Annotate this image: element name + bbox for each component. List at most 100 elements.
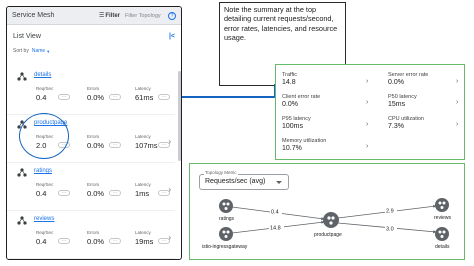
errors-label: Errors: [87, 134, 100, 139]
service-item-ratings[interactable]: ratings Req/Sec 0.4 ··· Errors 0.0% ··· …: [7, 163, 175, 211]
node-istio-ingressgateway[interactable]: [219, 227, 233, 241]
node-label-details: details: [435, 244, 450, 250]
client-error-rate-label: Client error rate: [282, 94, 321, 100]
metric-latency: Latency 1ms: [135, 182, 151, 198]
rps-value: 0.4: [36, 189, 47, 198]
metric-rps: Req/Sec 0.4: [36, 86, 53, 102]
chevron-right-icon[interactable]: ›: [168, 185, 171, 194]
more-button[interactable]: ···: [58, 94, 70, 100]
topology-box: 0.4 14.8 2.9 3.0 ratings istio-ingressga…: [189, 163, 465, 260]
traffic-value: 14.8: [282, 79, 296, 86]
more-button[interactable]: ···: [158, 94, 170, 100]
topology-metric-select[interactable]: Topology Metric Requests/sec (avg): [199, 170, 289, 190]
list-scrollbar[interactable]: [178, 71, 181, 161]
chevron-right-icon[interactable]: ›: [456, 99, 458, 106]
chevron-right-icon[interactable]: ›: [168, 233, 171, 242]
help-icon[interactable]: ?: [168, 11, 176, 20]
cpu-utilization-value: 7.3%: [388, 123, 404, 130]
topology-metric-legend: Topology Metric: [204, 170, 238, 175]
edge-label-reviews: 2.9: [386, 209, 394, 215]
metric-latency: Latency 107ms: [135, 134, 158, 150]
more-button[interactable]: ···: [58, 190, 70, 196]
server-error-rate-metric[interactable]: Server error rate 0.0%: [388, 72, 428, 86]
caret-down-icon[interactable]: ▼: [46, 49, 50, 54]
service-name-link[interactable]: ratings: [34, 168, 52, 174]
filter-topology-input[interactable]: Filter Topology: [125, 13, 165, 19]
errors-value: 0.0%: [87, 93, 105, 102]
filter-label[interactable]: Filter: [105, 13, 120, 19]
metric-rps: Req/Sec 0.4: [36, 230, 53, 246]
chevron-right-icon[interactable]: ›: [456, 78, 458, 85]
latency-label: Latency: [135, 230, 151, 235]
metric-errors: Errors 0.0%: [87, 230, 104, 246]
metric-latency: Latency 19ms: [135, 230, 153, 246]
filter-icon[interactable]: ☰: [99, 12, 104, 19]
metric-errors: Errors 0.0%: [87, 134, 104, 150]
more-button[interactable]: ···: [109, 238, 121, 244]
productpage-highlight-ring: [19, 113, 69, 159]
more-button[interactable]: ···: [109, 94, 121, 100]
list-view-row: List View |<: [7, 29, 181, 43]
node-details[interactable]: [435, 227, 449, 241]
cpu-utilization-metric[interactable]: CPU utilization 7.3%: [388, 116, 424, 130]
p50-latency-metric[interactable]: P50 latency 15ms: [388, 94, 417, 108]
errors-label: Errors: [87, 86, 100, 91]
list-view-title: List View: [13, 32, 41, 40]
traffic-metric[interactable]: Traffic 14.8: [282, 72, 297, 86]
p50-latency-label: P50 latency: [388, 94, 417, 100]
edge-label-ratings: 0.4: [271, 210, 279, 216]
chevron-right-icon[interactable]: ›: [168, 137, 171, 146]
chevron-right-icon[interactable]: ›: [456, 121, 458, 128]
more-button[interactable]: ···: [109, 190, 121, 196]
metric-rps: Req/Sec 0.4: [36, 182, 53, 198]
memory-utilization-label: Memory utilization: [282, 138, 327, 144]
chevron-right-icon[interactable]: ›: [366, 78, 368, 85]
memory-utilization-value: 10.7%: [282, 145, 302, 152]
cpu-utilization-label: CPU utilization: [388, 116, 425, 122]
latency-value: 61ms: [135, 93, 154, 102]
chevron-right-icon[interactable]: ›: [366, 143, 368, 150]
more-button[interactable]: ···: [58, 238, 70, 244]
service-list: details Req/Sec 0.4 ··· Errors 0.0% ··· …: [7, 67, 175, 259]
collapse-panel-icon[interactable]: |<: [169, 33, 175, 40]
service-item-reviews[interactable]: reviews Req/Sec 0.4 ··· Errors 0.0% ··· …: [7, 211, 175, 259]
errors-value: 0.0%: [87, 189, 105, 198]
service-name-link[interactable]: details: [34, 72, 51, 78]
traffic-label: Traffic: [282, 72, 297, 78]
panel-title: Service Mesh: [12, 12, 55, 19]
node-ratings[interactable]: [219, 199, 233, 213]
node-reviews[interactable]: [435, 198, 449, 212]
rps-value: 0.4: [36, 237, 47, 246]
rps-label: Req/Sec: [36, 182, 54, 187]
chevron-right-icon[interactable]: ›: [366, 121, 368, 128]
node-label-reviews: reviews: [434, 215, 451, 221]
latency-value: 19ms: [135, 237, 154, 246]
sort-by-dropdown[interactable]: Name: [32, 48, 45, 54]
p50-latency-value: 15ms: [388, 101, 406, 108]
topology-metric-value: Requests/sec (avg): [205, 178, 266, 185]
latency-value: 1ms: [135, 189, 150, 198]
caret-down-icon[interactable]: [276, 181, 282, 184]
client-error-rate-value: 0.0%: [282, 101, 298, 108]
more-button[interactable]: ···: [109, 142, 121, 148]
service-name-link[interactable]: reviews: [34, 216, 54, 222]
client-error-rate-metric[interactable]: Client error rate 0.0%: [282, 94, 320, 108]
chevron-right-icon[interactable]: ›: [366, 99, 368, 106]
service-node-icon: [17, 216, 27, 225]
service-item-details[interactable]: details Req/Sec 0.4 ··· Errors 0.0% ··· …: [7, 67, 175, 115]
sort-by-label: Sort by: [13, 48, 29, 54]
server-error-rate-label: Server error rate: [388, 72, 429, 78]
rps-label: Req/Sec: [36, 86, 54, 91]
latency-label: Latency: [135, 134, 151, 139]
node-label-ratings: ratings: [219, 216, 235, 222]
p95-latency-metric[interactable]: P95 latency 100ms: [282, 116, 311, 130]
errors-label: Errors: [87, 230, 100, 235]
node-productpage[interactable]: [323, 212, 339, 228]
service-mesh-header: Service Mesh ☰ Filter Filter Topology ?: [7, 7, 181, 25]
sort-by-row: Sort by Name ▼: [7, 46, 181, 56]
p95-latency-label: P95 latency: [282, 116, 311, 122]
rps-value: 0.4: [36, 93, 47, 102]
memory-utilization-metric[interactable]: Memory utilization 10.7%: [282, 138, 326, 152]
metric-errors: Errors 0.0%: [87, 182, 104, 198]
rps-label: Req/Sec: [36, 230, 54, 235]
